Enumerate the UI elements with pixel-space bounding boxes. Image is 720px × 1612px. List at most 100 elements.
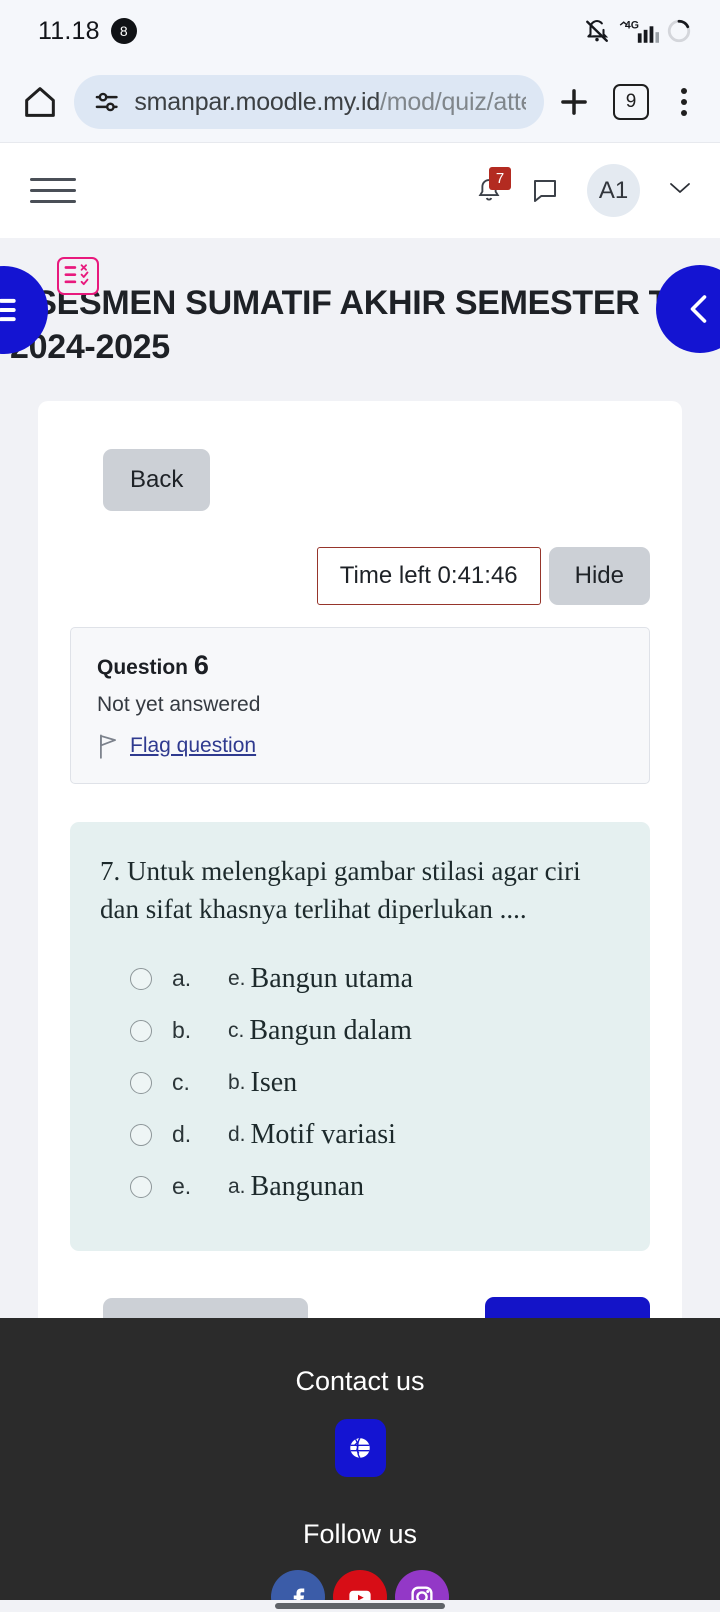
avatar-initials: A1	[598, 176, 629, 204]
option-text: Isen	[250, 1066, 298, 1098]
radio-button[interactable]	[130, 1071, 152, 1094]
youtube-icon	[349, 1590, 371, 1600]
tab-count: 9	[625, 91, 637, 112]
radio-button[interactable]	[130, 1019, 152, 1042]
question-info-panel: Question 6 Not yet answered Flag questio…	[70, 627, 650, 785]
option-text: Motif variasi	[250, 1118, 396, 1150]
option-letter: b.	[172, 1017, 192, 1044]
quiz-timer: Time left 0:41:46	[316, 547, 541, 606]
gesture-navigation-bar	[0, 1600, 720, 1612]
status-notification-badge: 8	[110, 18, 137, 44]
question-number: 6	[193, 650, 209, 681]
answer-option[interactable]: e. a. Bangunan	[100, 1161, 620, 1213]
radio-button[interactable]	[130, 967, 152, 990]
signal-4g-icon: 4G	[619, 20, 659, 43]
nav-icon-group: 7 A1	[469, 164, 692, 217]
timer-row: Time left 0:41:46 Hide	[70, 547, 650, 606]
hamburger-icon	[30, 200, 76, 203]
browser-menu-button[interactable]	[664, 80, 704, 124]
hide-timer-button[interactable]: Hide	[548, 547, 650, 606]
option-text: Bangun utama	[250, 962, 414, 994]
globe-icon	[350, 1437, 370, 1459]
status-bar-right: 4G	[582, 18, 692, 44]
page-title: ASESMEN SUMATIF AKHIR SEMESTER TP 2024-2…	[10, 284, 691, 366]
option-letter: e.	[172, 1173, 192, 1200]
question-state: Not yet answered	[97, 693, 261, 717]
youtube-link[interactable]	[333, 1570, 387, 1600]
kebab-dot	[681, 88, 687, 94]
mute-icon	[586, 20, 609, 42]
status-time: 11.18	[38, 16, 100, 45]
quiz-nav-icon-button[interactable]	[57, 257, 99, 295]
status-bar-left: 11.18 8	[38, 17, 137, 46]
radio-button[interactable]	[130, 1175, 152, 1198]
follow-us-title: Follow us	[302, 1519, 418, 1549]
svg-text:4G: 4G	[625, 20, 639, 32]
url-bar[interactable]: smanpar.moodle.my.id/mod/quiz/atte	[74, 75, 544, 129]
quiz-attempt-card: Back Time left 0:41:46 Hide Question 6 N…	[38, 401, 682, 1403]
question-heading: Question 6	[97, 650, 623, 681]
flag-icon	[100, 734, 116, 759]
plus-icon	[561, 89, 587, 115]
answer-option[interactable]: d. d. Motif variasi	[100, 1109, 620, 1161]
kebab-dot	[681, 99, 687, 105]
list-icon	[0, 298, 16, 322]
quiz-checklist-icon	[64, 264, 89, 286]
answer-options: a. e. Bangun utama b. c. Bangun dalam c.…	[100, 953, 620, 1213]
website-link-button[interactable]	[334, 1419, 386, 1477]
chevron-left-icon	[690, 295, 707, 323]
chevron-down-icon	[670, 183, 690, 193]
question-text: 7. Untuk melengkapi gambar stilasi agar …	[100, 856, 581, 925]
url-path: /mod/quiz/atte	[380, 87, 526, 116]
hamburger-icon	[30, 178, 76, 181]
gesture-pill[interactable]	[275, 1603, 445, 1609]
flag-question-row[interactable]: Flag question	[97, 733, 623, 759]
option-prefix: d.	[228, 1122, 246, 1146]
battery-icon	[667, 19, 691, 43]
option-prefix: b.	[228, 1070, 246, 1094]
instagram-link[interactable]	[395, 1570, 449, 1600]
option-text: Bangun dalam	[249, 1014, 412, 1046]
question-label: Question	[97, 656, 189, 680]
social-links	[0, 1570, 720, 1600]
facebook-icon	[293, 1588, 305, 1600]
option-text: Bangunan	[250, 1170, 365, 1202]
home-button[interactable]	[18, 80, 62, 124]
browser-toolbar: smanpar.moodle.my.id/mod/quiz/atte 9	[0, 62, 720, 142]
tab-switcher-button[interactable]: 9	[613, 84, 649, 120]
notifications-badge: 7	[489, 166, 511, 190]
user-menu-button[interactable]	[668, 179, 692, 202]
option-letter: d.	[172, 1121, 192, 1148]
contact-us-title: Contact us	[295, 1366, 425, 1396]
answer-option[interactable]: b. c. Bangun dalam	[100, 1005, 620, 1057]
option-letter: a.	[172, 965, 192, 992]
status-bar: 11.18 8 4G	[0, 0, 720, 62]
messages-button[interactable]	[525, 169, 565, 213]
answer-option[interactable]: c. b. Isen	[100, 1057, 620, 1109]
message-bubble-icon	[534, 179, 556, 202]
tune-icon[interactable]	[92, 87, 121, 117]
option-prefix: c.	[228, 1018, 245, 1042]
question-block: 7. Untuk melengkapi gambar stilasi agar …	[70, 822, 650, 1251]
radio-button[interactable]	[130, 1123, 152, 1146]
option-letter: c.	[172, 1069, 190, 1096]
kebab-dot	[681, 110, 687, 116]
flag-question-link[interactable]: Flag question	[130, 734, 256, 758]
option-prefix: e.	[228, 966, 246, 990]
url-text: smanpar.moodle.my.id/mod/quiz/atte	[134, 88, 526, 117]
back-button[interactable]: Back	[103, 449, 211, 512]
moodle-navbar: 7 A1	[0, 142, 720, 238]
site-footer: Contact us Follow us	[0, 1318, 720, 1600]
answer-option[interactable]: a. e. Bangun utama	[100, 953, 620, 1005]
mobile-browser-screen: 11.18 8 4G smanpar.moodle.my.id/mod/quiz…	[0, 0, 720, 1612]
nav-menu-button[interactable]	[30, 178, 76, 203]
hamburger-icon	[30, 189, 76, 192]
instagram-icon	[411, 1586, 433, 1600]
new-tab-button[interactable]	[550, 78, 598, 126]
notifications-button[interactable]: 7	[469, 166, 511, 213]
home-icon	[25, 87, 55, 117]
url-domain: smanpar.moodle.my.id	[134, 87, 381, 116]
avatar[interactable]: A1	[587, 164, 640, 217]
facebook-link[interactable]	[271, 1570, 325, 1600]
option-prefix: a.	[228, 1174, 246, 1198]
